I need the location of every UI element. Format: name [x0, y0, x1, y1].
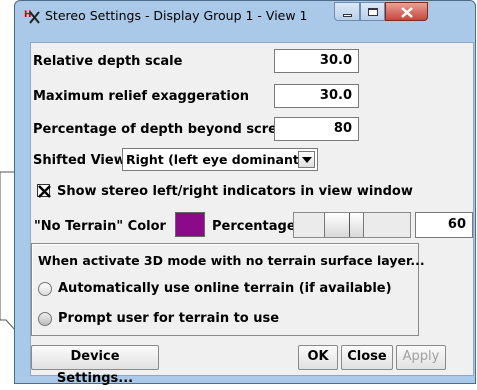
percentage-label: Percentage: [212, 219, 296, 234]
shifted-view-label: Shifted View: [33, 153, 126, 168]
device-settings-button[interactable]: Device Settings...: [31, 345, 159, 386]
close-icon: [401, 7, 413, 18]
checkmark-icon: [38, 185, 51, 198]
svg-text:H: H: [24, 10, 32, 20]
terrain-group-heading: When activate 3D mode with no terrain su…: [38, 253, 425, 268]
radio-selected-icon: [38, 312, 52, 326]
minimize-icon: [343, 14, 352, 17]
maximize-icon: [368, 8, 378, 16]
depth-beyond-screen-input[interactable]: 80: [274, 117, 359, 141]
close-dialog-button[interactable]: Close: [341, 345, 393, 370]
no-terrain-color-label: "No Terrain" Color: [34, 219, 166, 234]
radio-icon: [38, 282, 52, 296]
window-title: Stereo Settings - Display Group 1 - View…: [45, 8, 308, 23]
shifted-view-value: Right (left eye dominant): [126, 152, 305, 167]
percentage-slider[interactable]: [293, 212, 411, 238]
slider-track-right: [364, 213, 410, 237]
percentage-input[interactable]: 60: [415, 212, 473, 238]
minimize-button[interactable]: [334, 2, 360, 21]
depth-beyond-screen-label: Percentage of depth beyond screen: [33, 122, 296, 137]
ok-button[interactable]: OK: [298, 345, 338, 370]
relative-depth-scale-label: Relative depth scale: [33, 54, 183, 69]
terrain-options-group: When activate 3D mode with no terrain su…: [31, 243, 425, 336]
shifted-view-select[interactable]: Right (left eye dominant): [122, 148, 318, 171]
apply-button[interactable]: Apply: [396, 345, 446, 370]
relative-depth-scale-input[interactable]: 30.0: [274, 49, 359, 73]
stereo-app-icon: H: [24, 8, 40, 24]
max-relief-input[interactable]: 30.0: [274, 84, 359, 108]
title-bar[interactable]: H Stereo Settings - Display Group 1 - Vi…: [15, 1, 475, 31]
dialog-client-area: Relative depth scale 30.0 Maximum relief…: [30, 42, 474, 386]
dropdown-button[interactable]: [298, 151, 315, 168]
prompt-user-terrain-label: Prompt user for terrain to use: [58, 311, 280, 326]
slider-track-left: [294, 213, 324, 237]
maximize-button[interactable]: [360, 2, 385, 21]
close-button[interactable]: [385, 2, 428, 21]
auto-online-terrain-label: Automatically use online terrain (if ava…: [58, 281, 392, 296]
indicators-label: Show stereo left/right indicators in vie…: [57, 184, 413, 199]
indicators-checkbox[interactable]: [37, 184, 51, 198]
no-terrain-color-swatch[interactable]: [175, 212, 205, 237]
max-relief-label: Maximum relief exaggeration: [33, 89, 250, 104]
chevron-down-icon: [302, 157, 312, 163]
slider-thumb[interactable]: [324, 213, 364, 237]
